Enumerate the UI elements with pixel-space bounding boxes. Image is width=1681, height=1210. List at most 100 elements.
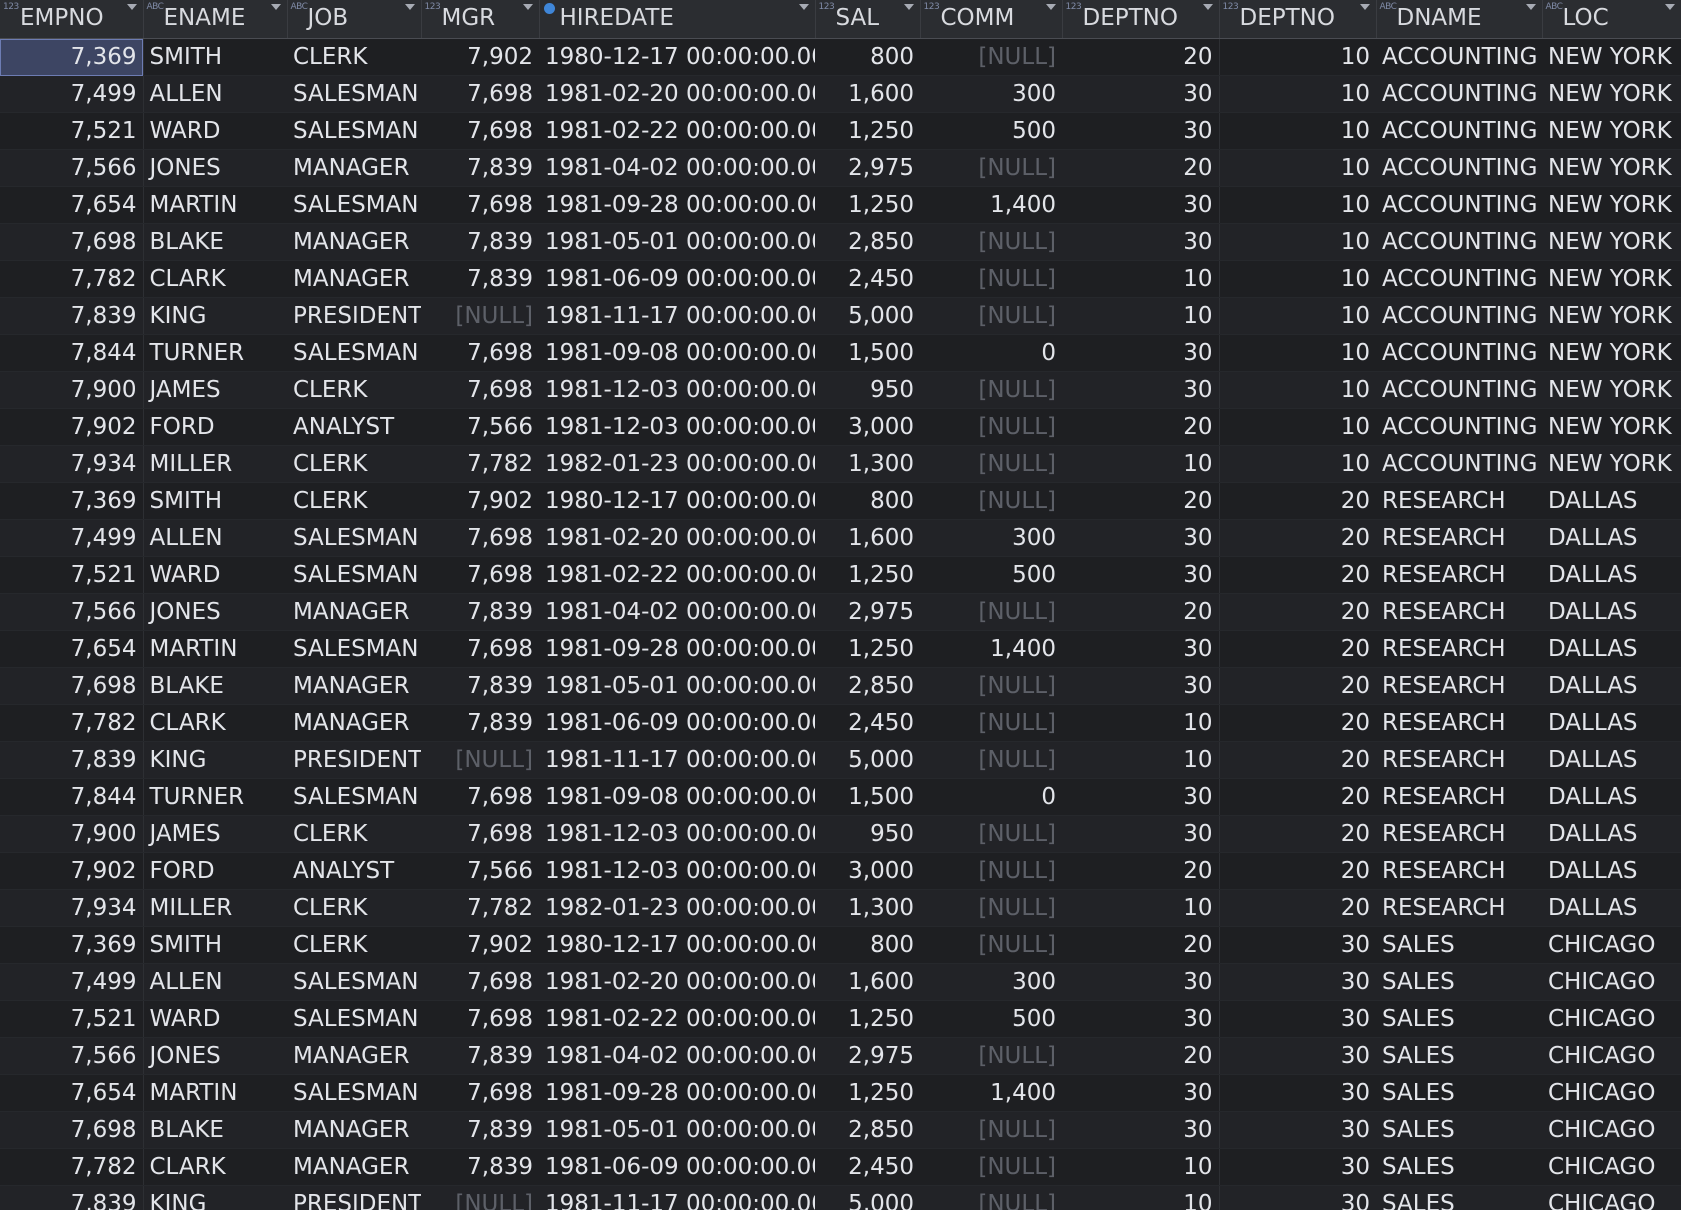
table-cell-ename[interactable]: JAMES [143,371,287,409]
column-header-ename[interactable]: ABC ENAME [143,0,288,39]
table-cell-comm[interactable]: [NULL] [920,667,1062,705]
table-row[interactable]: 7,654 MARTIN SALESMAN 7,698 1981-09-28 00:00… [0,630,1681,668]
table-cell-deptno[interactable]: 20 [1219,852,1376,890]
table-cell-comm[interactable]: 300 [920,519,1062,557]
table-cell-deptno[interactable]: 20 [1219,815,1376,853]
table-cell-hiredate[interactable]: 1981-12-03 00:00:00.000 [539,371,815,409]
table-cell-hiredate[interactable]: 1981-11-17 00:00:00.000 [539,1185,815,1210]
table-cell-mgr[interactable]: 7,839 [421,149,539,187]
table-row[interactable]: 7,900 JAMES CLERK 7,698 1981-12-03 00:00:00.… [0,815,1681,853]
table-cell-ename[interactable]: TURNER [143,778,287,816]
column-header-deptno[interactable]: 123 DEPTNO [1062,0,1220,39]
table-cell-mgr[interactable]: 7,782 [421,445,539,483]
table-cell-sal[interactable]: 1,300 [815,889,920,927]
table-cell-deptno[interactable]: 20 [1219,741,1376,779]
table-cell-mgr[interactable]: [NULL] [421,297,539,335]
table-cell-deptno[interactable]: 10 [1219,38,1376,76]
table-cell-deptno[interactable]: 30 [1219,926,1376,964]
table-cell-deptno[interactable]: 10 [1219,75,1376,113]
table-cell-loc[interactable]: DALLAS [1542,667,1681,705]
table-cell-deptno[interactable]: 30 [1062,963,1220,1001]
table-cell-loc[interactable]: CHICAGO [1542,1074,1681,1112]
table-cell-ename[interactable]: JAMES [143,815,287,853]
table-cell-loc[interactable]: DALLAS [1542,556,1681,594]
table-cell-hiredate[interactable]: 1981-02-20 00:00:00.000 [539,75,815,113]
table-cell-empno[interactable]: 7,902 [0,852,144,890]
table-cell-loc[interactable]: CHICAGO [1542,1037,1681,1075]
table-cell-hiredate[interactable]: 1980-12-17 00:00:00.000 [539,38,815,76]
table-row[interactable]: 7,844 TURNER SALESMAN 7,698 1981-09-08 00:00… [0,778,1681,816]
table-cell-comm[interactable]: [NULL] [920,741,1062,779]
table-cell-dname[interactable]: RESEARCH [1376,593,1542,631]
table-cell-loc[interactable]: NEW YORK [1542,223,1681,261]
table-cell-ename[interactable]: JONES [143,593,287,631]
table-cell-sal[interactable]: 2,975 [815,1037,920,1075]
table-cell-sal[interactable]: 950 [815,371,920,409]
table-row[interactable]: 7,521 WARD SALESMAN 7,698 1981-02-22 00:00:0… [0,112,1681,150]
table-cell-comm[interactable]: 1,400 [920,630,1062,668]
table-cell-dname[interactable]: ACCOUNTING [1376,223,1542,261]
table-cell-comm[interactable]: [NULL] [920,593,1062,631]
table-cell-dname[interactable]: RESEARCH [1376,667,1542,705]
filter-dropdown-icon[interactable] [798,4,809,10]
table-cell-empno[interactable]: 7,521 [0,556,144,594]
table-cell-deptno[interactable]: 30 [1062,778,1220,816]
table-cell-comm[interactable]: [NULL] [920,149,1062,187]
table-cell-loc[interactable]: CHICAGO [1542,1185,1681,1210]
table-row[interactable]: 7,369 SMITH CLERK 7,902 1980-12-17 00:00:00.… [0,926,1681,964]
table-row[interactable]: 7,839 KING PRESIDENT [NULL] 1981-11-17 00:00… [0,741,1681,779]
table-cell-comm[interactable]: 0 [920,778,1062,816]
table-cell-empno[interactable]: 7,654 [0,1074,144,1112]
table-cell-job[interactable]: SALESMAN [287,778,421,816]
table-cell-deptno[interactable]: 10 [1219,149,1376,187]
table-cell-hiredate[interactable]: 1981-02-20 00:00:00.000 [539,519,815,557]
table-cell-mgr[interactable]: 7,566 [421,408,539,446]
table-cell-loc[interactable]: DALLAS [1542,482,1681,520]
table-cell-deptno[interactable]: 20 [1219,889,1376,927]
table-cell-loc[interactable]: NEW YORK [1542,371,1681,409]
table-cell-loc[interactable]: DALLAS [1542,593,1681,631]
table-cell-job[interactable]: PRESIDENT [287,741,421,779]
table-cell-loc[interactable]: NEW YORK [1542,260,1681,298]
table-cell-dname[interactable]: SALES [1376,1148,1542,1186]
table-cell-dname[interactable]: SALES [1376,926,1542,964]
table-cell-mgr[interactable]: 7,698 [421,963,539,1001]
table-cell-deptno[interactable]: 30 [1062,519,1220,557]
table-cell-sal[interactable]: 3,000 [815,852,920,890]
table-row[interactable]: 7,566 JONES MANAGER 7,839 1981-04-02 00:00:0… [0,593,1681,631]
table-cell-dname[interactable]: SALES [1376,1000,1542,1038]
table-cell-empno[interactable]: 7,566 [0,149,144,187]
filter-dropdown-icon[interactable] [522,4,533,10]
column-header-mgr[interactable]: 123 MGR [421,0,540,39]
table-cell-empno[interactable]: 7,900 [0,815,144,853]
table-cell-loc[interactable]: DALLAS [1542,778,1681,816]
table-cell-sal[interactable]: 1,250 [815,556,920,594]
table-cell-deptno[interactable]: 10 [1062,297,1220,335]
table-cell-sal[interactable]: 2,450 [815,704,920,742]
table-cell-deptno[interactable]: 20 [1219,556,1376,594]
table-cell-deptno[interactable]: 20 [1219,630,1376,668]
table-cell-loc[interactable]: DALLAS [1542,815,1681,853]
table-cell-mgr[interactable]: 7,839 [421,593,539,631]
table-row[interactable]: 7,654 MARTIN SALESMAN 7,698 1981-09-28 00:00… [0,1074,1681,1112]
table-cell-hiredate[interactable]: 1981-02-22 00:00:00.000 [539,556,815,594]
table-cell-job[interactable]: MANAGER [287,223,421,261]
table-cell-dname[interactable]: ACCOUNTING [1376,75,1542,113]
table-cell-job[interactable]: MANAGER [287,260,421,298]
filter-dropdown-icon[interactable] [1359,4,1370,10]
table-cell-ename[interactable]: KING [143,297,287,335]
table-cell-sal[interactable]: 950 [815,815,920,853]
table-cell-comm[interactable]: [NULL] [920,889,1062,927]
table-cell-empno[interactable]: 7,900 [0,371,144,409]
table-cell-sal[interactable]: 1,500 [815,334,920,372]
table-cell-sal[interactable]: 1,250 [815,1000,920,1038]
table-row[interactable]: 7,654 MARTIN SALESMAN 7,698 1981-09-28 00:00… [0,186,1681,224]
table-cell-ename[interactable]: JONES [143,149,287,187]
table-cell-loc[interactable]: CHICAGO [1542,1111,1681,1149]
table-cell-ename[interactable]: MARTIN [143,1074,287,1112]
table-cell-ename[interactable]: ALLEN [143,519,287,557]
table-cell-empno[interactable]: 7,782 [0,1148,144,1186]
table-cell-hiredate[interactable]: 1981-02-22 00:00:00.000 [539,1000,815,1038]
table-cell-dname[interactable]: SALES [1376,963,1542,1001]
table-cell-empno[interactable]: 7,782 [0,260,144,298]
